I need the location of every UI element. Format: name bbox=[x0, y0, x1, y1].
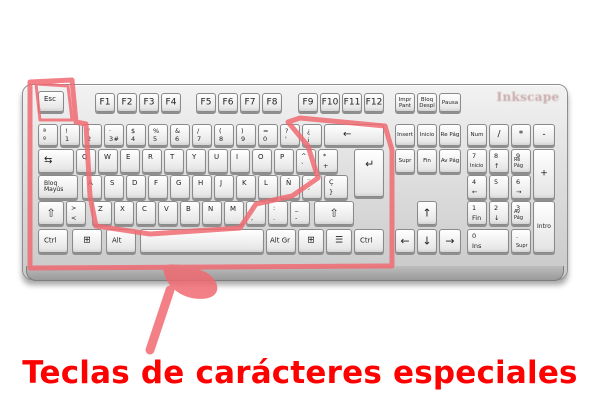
caption-title: Teclas de carácteres especiales bbox=[22, 355, 578, 391]
highlight-pointer-line bbox=[145, 285, 175, 355]
highlight-outline bbox=[27, 77, 395, 271]
highlight-annotation bbox=[27, 77, 395, 355]
highlight-inner-loop bbox=[34, 82, 74, 122]
